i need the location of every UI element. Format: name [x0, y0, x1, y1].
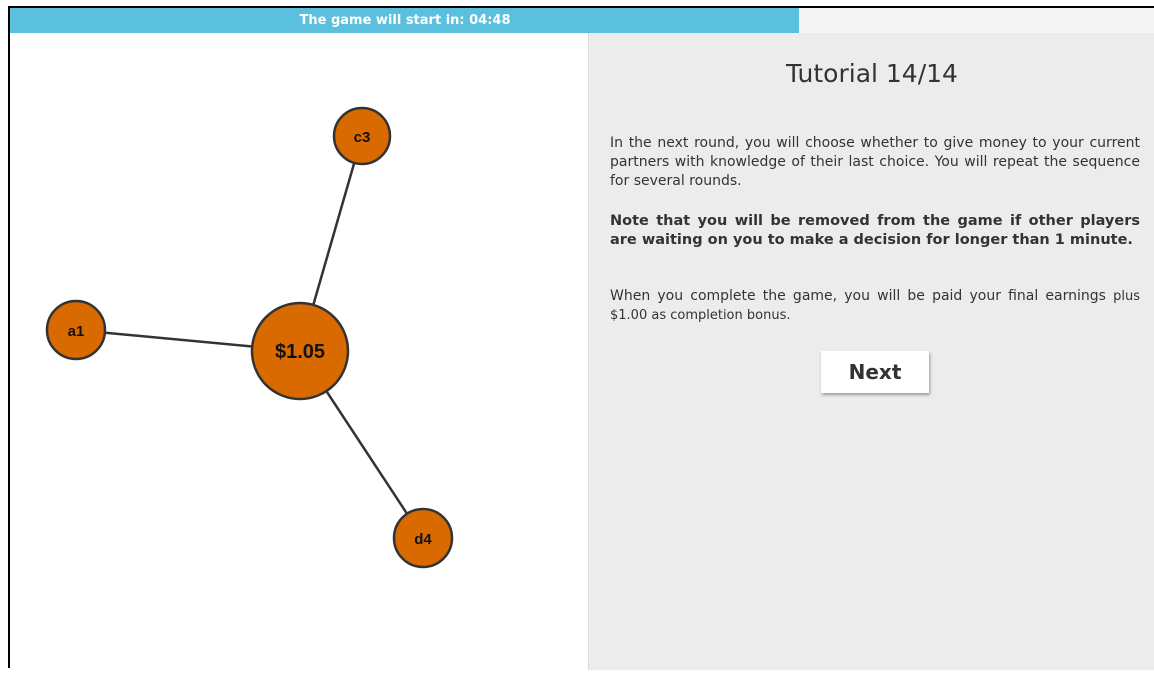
tutorial-panel: Tutorial 14/14 In the next round, you wi…	[588, 33, 1154, 670]
network-graph: c3 a1 d4 $1.05	[45, 106, 454, 569]
node-d4-label: d4	[414, 531, 432, 548]
tutorial-paragraph-warning: Note that you will be removed from the g…	[610, 213, 1140, 248]
node-d4[interactable]: d4	[392, 507, 454, 569]
tutorial-paragraph-payment: When you complete the game, you will be …	[610, 287, 1140, 325]
node-center-self: $1.05	[250, 301, 350, 401]
center-node-balance: $1.05	[275, 341, 325, 363]
network-graph-panel: c3 a1 d4 $1.05	[10, 33, 588, 670]
tutorial-title: Tutorial 14/14	[786, 59, 958, 88]
tutorial-paragraph-rounds: In the next round, you will choose wheth…	[610, 135, 1140, 189]
game-frame: The game will start in: 04:48 c3 a1 d4 $…	[8, 6, 1154, 670]
node-c3[interactable]: c3	[332, 106, 392, 166]
node-c3-label: c3	[354, 129, 371, 146]
payment-text-main: When you complete the game, you will be …	[610, 288, 1106, 304]
node-a1[interactable]: a1	[45, 299, 107, 361]
node-a1-label: a1	[68, 323, 85, 340]
countdown-text: The game will start in: 04:48	[299, 13, 511, 28]
countdown-bar: The game will start in: 04:48	[10, 8, 1154, 34]
next-button[interactable]: Next	[821, 351, 929, 393]
